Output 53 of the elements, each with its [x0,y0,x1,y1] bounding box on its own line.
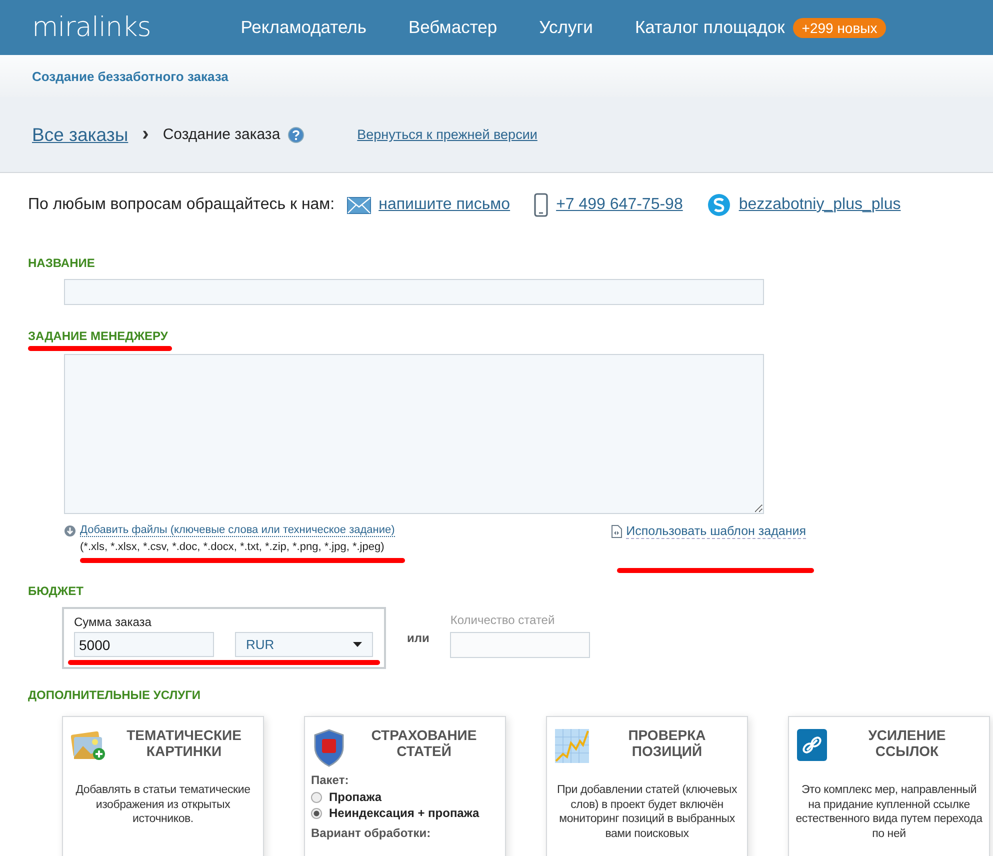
option-group-label: Вариант обработки: [311,826,432,840]
service-title: УСИЛЕНИЕ ССЫЛОК [867,727,947,759]
section-title: ДОПОЛНИТЕЛЬНЫЕ УСЛУГИ [28,688,202,702]
contact-link[interactable]: напишите письмо [378,196,510,214]
option-group-label: Пакет: [311,773,350,787]
section-title: БЮДЖЕТ [28,584,84,598]
name-input-field[interactable] [64,279,764,305]
shield-icon [313,729,345,767]
currency-dropdown[interactable]: RUR [235,632,373,657]
new-count-badge: +299 новых [792,18,886,38]
contact-link[interactable]: +7 499 647-75-98 [556,196,683,214]
pictures-add-icon [71,729,107,761]
service-description: Добавлять в статьи тематические изображения из открытых источников. [74,783,252,826]
service-title: ПРОВЕРКА ПОЗИЦИЙ [627,727,707,759]
use-template-link[interactable]: Использовать шаблон задания [626,524,806,539]
radio-option[interactable]: Неиндексация + пропажа [311,806,499,820]
logo[interactable]: miralinks [32,12,151,43]
nav-link[interactable]: Рекламодатель [240,17,366,38]
rising-chart-icon [555,729,589,763]
nav-link[interactable]: Вебмастер [408,17,498,38]
radio-button[interactable] [311,808,322,818]
service-title: ТЕМАТИЧЕСКИЕ КАРТИНКИ [126,727,242,759]
help-icon[interactable] [288,126,304,142]
add-files-link[interactable]: Добавить файлы (ключевые слова или техническое задание) [80,524,395,537]
nav-link[interactable]: Услуги [539,17,593,38]
breadcrumb-current: Создание заказа [162,126,280,143]
breadcrumb-separator: › [142,123,149,146]
service-description: При добавлении статей (ключевых слов) в проект будет включён мониторинг позиций в выбранных вами поисковых [556,783,738,841]
section-title: НАЗВАНИЕ [28,256,96,270]
document-icon [611,525,622,538]
envelope-icon [346,196,371,214]
field-label: Количество статей [450,613,556,627]
skype-icon [706,193,731,217]
chain-link-icon [797,729,827,761]
field-label: Сумма заказа [74,615,152,629]
page-subtitle: Создание беззаботного заказа [32,68,228,84]
order-sum-input-field[interactable]: 5000 [74,632,214,657]
article-count-input-field[interactable] [450,632,590,658]
or-label: или [407,631,430,645]
contact-prompt: По любым вопросам обращайтесь к нам: [28,196,335,214]
service-description: Это комплекс мер, направленный на придание купленной ссылке естественного вида путем перехода по ней [795,783,983,841]
allowed-formats-text: (*.xls, *.xlsx, *.csv, *.doc, *.docx, *.txt, *.zip, *.png, *.jpg, *.jpeg) [80,541,386,553]
contact-link[interactable]: bezzabotniy_plus_plus [738,196,901,214]
service-title: СТРАХОВАНИЕ СТАТЕЙ [370,727,478,759]
radio-option[interactable]: Пропажа [311,790,499,804]
download-arrow-icon[interactable] [64,524,76,536]
section-title: ЗАДАНИЕ МЕНЕДЖЕРУ [28,329,168,343]
previous-version-link[interactable]: Вернуться к прежней версии [357,127,538,142]
radio-button[interactable] [311,792,322,802]
caret-icon [353,642,362,647]
mobile-phone-icon [534,193,548,217]
nav-link[interactable]: Каталог площадок [634,17,785,38]
breadcrumb-link[interactable]: Все заказы [32,124,128,146]
